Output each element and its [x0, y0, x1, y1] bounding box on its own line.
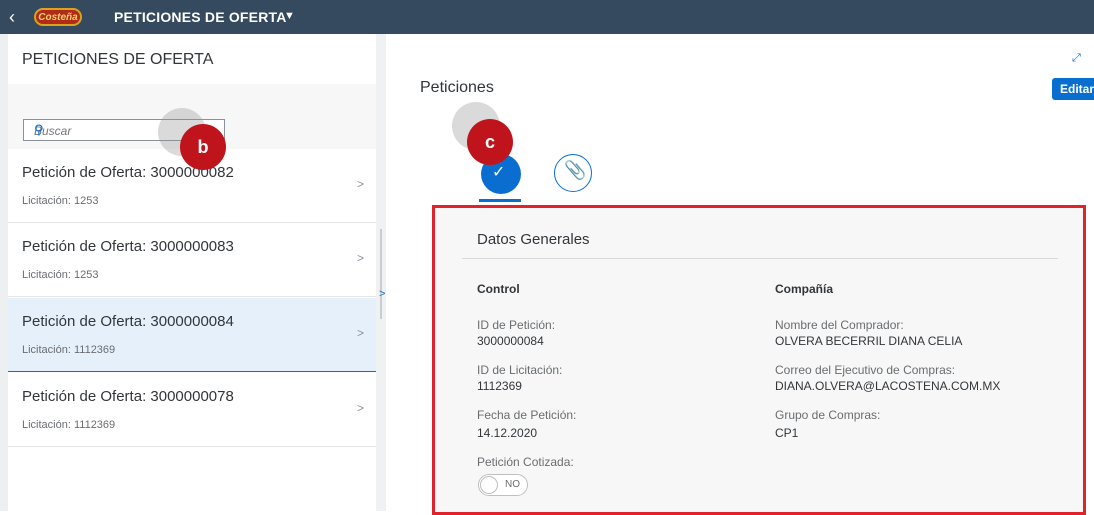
detail-title: Peticiones: [420, 79, 494, 96]
info-icon: ✓: [492, 164, 506, 181]
chevron-right-icon: >: [356, 177, 364, 191]
list-item-subtitle: Licitación: 1112369: [22, 419, 116, 431]
splitter-handle[interactable]: [380, 229, 382, 319]
master-header: PETICIONES DE OFERTA: [8, 34, 376, 85]
comprador-label: Nombre del Comprador:: [775, 318, 904, 332]
tab-attachments[interactable]: 📎: [554, 154, 592, 192]
edit-button[interactable]: Editar: [1052, 78, 1094, 100]
chevron-right-icon: >: [356, 251, 364, 265]
grupo-value: CP1: [775, 426, 799, 440]
shell-bar: ‹ Costeña PETICIONES DE OFERTA ▼: [0, 0, 1094, 34]
list-item[interactable]: Petición de Oferta: 3000000083 Licitació…: [8, 223, 376, 297]
chevron-down-icon[interactable]: ▼: [284, 10, 295, 22]
id-peticion-value: 3000000084: [477, 334, 544, 348]
master-list-pane: PETICIONES DE OFERTA Buscar ⚲ Petición d…: [8, 34, 376, 511]
correo-label: Correo del Ejecutivo de Compras:: [775, 363, 956, 377]
list-item[interactable]: Petición de Oferta: 3000000078 Licitació…: [8, 373, 376, 447]
id-licitacion-value: 1112369: [477, 379, 522, 393]
list-item-title: Petición de Oferta: 3000000078: [22, 388, 234, 405]
chevron-right-icon: >: [356, 326, 364, 340]
pane-splitter[interactable]: >: [376, 34, 386, 511]
section-title: Datos Generales: [477, 231, 590, 248]
list-item-selected[interactable]: Petición de Oferta: 3000000084 Licitació…: [8, 298, 376, 372]
paperclip-icon: 📎: [564, 160, 587, 180]
list-item-title: Petición de Oferta: 3000000084: [22, 313, 234, 330]
list-item-title: Petición de Oferta: 3000000083: [22, 238, 234, 255]
switch-knob: [480, 476, 498, 494]
callout-badge-b: b: [180, 124, 226, 170]
tab-selected-indicator: [479, 199, 521, 202]
grupo-label: Grupo de Compras:: [775, 408, 881, 422]
fullscreen-icon[interactable]: ⤢: [1072, 52, 1081, 65]
cotizada-label: Petición Cotizada:: [477, 455, 574, 469]
cotizada-switch[interactable]: NO: [478, 474, 528, 496]
list-item-subtitle: Licitación: 1253: [22, 195, 99, 207]
id-licitacion-label: ID de Licitación:: [477, 363, 563, 377]
left-gutter: [0, 34, 8, 511]
id-peticion-label: ID de Petición:: [477, 318, 556, 332]
back-icon[interactable]: ‹: [9, 8, 23, 26]
correo-value: DIANA.OLVERA@LACOSTENA.COM.MX: [775, 379, 1001, 393]
fecha-label: Fecha de Petición:: [477, 408, 577, 422]
switch-text: NO: [505, 479, 520, 490]
fecha-value: 14.12.2020: [477, 426, 538, 440]
compania-title: Compañía: [775, 282, 834, 296]
app-title[interactable]: PETICIONES DE OFERTA: [114, 9, 287, 25]
company-logo[interactable]: Costeña: [34, 8, 82, 26]
master-title: PETICIONES DE OFERTA: [22, 51, 214, 68]
control-title: Control: [477, 282, 520, 296]
list-item-subtitle: Licitación: 1112369: [22, 344, 116, 356]
chevron-right-icon[interactable]: >: [379, 288, 385, 300]
callout-badge-c: c: [467, 119, 513, 165]
comprador-value: OLVERA BECERRIL DIANA CELIA: [775, 334, 963, 348]
list-item-subtitle: Licitación: 1253: [22, 269, 99, 281]
chevron-right-icon: >: [356, 401, 364, 415]
section-divider: [462, 258, 1058, 259]
